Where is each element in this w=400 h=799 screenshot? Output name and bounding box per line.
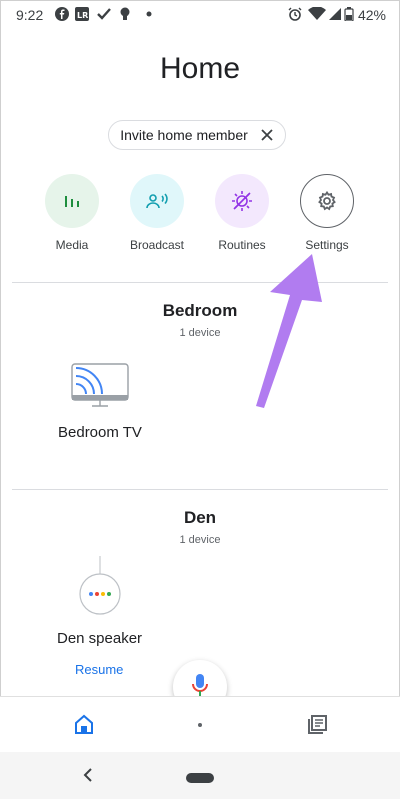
quick-action-broadcast[interactable]: Broadcast — [117, 174, 197, 252]
quick-action-label: Media — [55, 238, 89, 252]
bulb-icon — [118, 7, 132, 21]
battery-icon — [344, 7, 354, 22]
bottom-navigation — [0, 696, 400, 753]
lr-icon: LR — [75, 7, 89, 21]
room-title-bedroom[interactable]: Bedroom — [0, 301, 400, 321]
alarm-icon — [288, 7, 302, 21]
quick-action-label: Broadcast — [129, 238, 185, 252]
quick-action-media[interactable]: Media — [32, 174, 112, 252]
battery-percent: 42% — [357, 7, 386, 23]
status-time: 9:22 — [16, 7, 44, 23]
page-title: Home — [159, 52, 241, 85]
nav-dot-icon — [197, 715, 203, 733]
close-icon[interactable] — [260, 128, 274, 142]
signal-icon — [328, 7, 342, 21]
home-icon[interactable] — [73, 713, 95, 740]
device-label-bedroom-tv[interactable]: Bedroom TV — [58, 424, 142, 441]
svg-text:LR: LR — [77, 11, 88, 20]
annotation-arrow-icon — [250, 250, 330, 415]
wifi-icon — [308, 6, 326, 21]
room-title-den[interactable]: Den — [0, 508, 400, 528]
room-device-count: 1 device — [179, 534, 221, 546]
settings-icon — [300, 174, 354, 228]
section-divider — [12, 282, 388, 283]
status-bar: 9:22 LR 42% — [0, 0, 400, 30]
feed-icon[interactable] — [307, 713, 329, 740]
facebook-icon — [55, 7, 69, 21]
tv-cast-icon[interactable] — [70, 362, 130, 412]
resume-link[interactable]: Resume — [75, 662, 123, 677]
section-divider — [12, 489, 388, 490]
broadcast-icon — [130, 174, 184, 228]
invite-label: Invite home member — [120, 127, 248, 143]
back-icon[interactable] — [82, 767, 94, 788]
system-navigation-bar — [0, 752, 400, 799]
routines-icon — [215, 174, 269, 228]
speaker-icon[interactable] — [78, 556, 122, 616]
room-device-count: 1 device — [179, 327, 221, 339]
quick-action-settings[interactable]: Settings — [287, 174, 367, 252]
dot-icon — [142, 7, 156, 21]
device-label-den-speaker[interactable]: Den speaker — [57, 630, 142, 647]
media-icon — [45, 174, 99, 228]
check-icon — [97, 7, 111, 21]
invite-home-member-chip[interactable]: Invite home member — [108, 120, 286, 150]
quick-action-routines[interactable]: Routines — [202, 174, 282, 252]
home-pill-icon[interactable] — [186, 770, 214, 788]
